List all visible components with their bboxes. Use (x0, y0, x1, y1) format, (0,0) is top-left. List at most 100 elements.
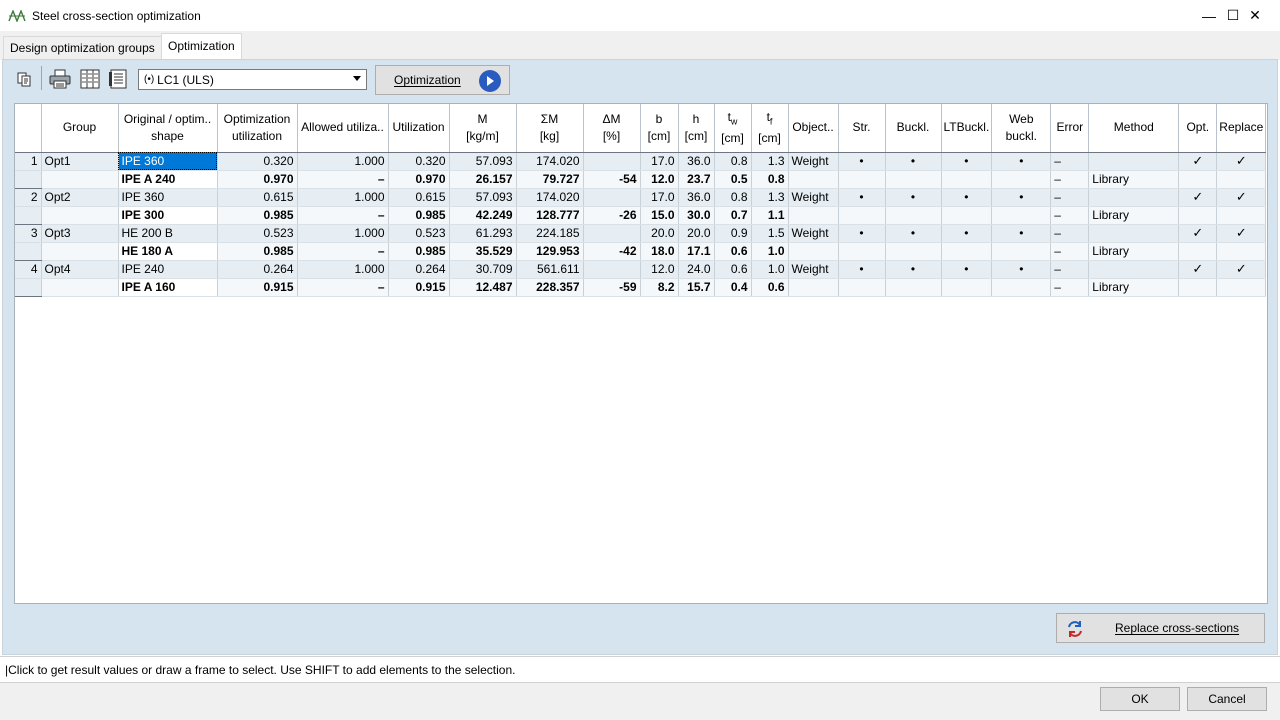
shape-cell[interactable]: IPE 240 (118, 260, 218, 279)
allowed-util-cell: 1.000 (297, 224, 389, 243)
tab-optimization[interactable]: Optimization (161, 33, 242, 60)
table-row[interactable]: 2 Opt2 IPE 360 0.615 1.000 0.615 57.093 174.020… (15, 188, 1267, 207)
table-row[interactable]: 1 Opt1 IPE 360 0.320 1.000 0.320 57.093 174.020… (15, 152, 1267, 171)
opt-checkbox[interactable]: ✓ (1178, 224, 1218, 243)
b-cell: 15.0 (640, 206, 679, 225)
app-icon (8, 9, 26, 23)
utilization-cell: 0.615 (388, 188, 450, 207)
col-header-strength[interactable]: Str. (838, 104, 886, 153)
col-header-web-buckling[interactable]: Web buckl. (991, 104, 1052, 153)
opt-checkbox[interactable] (1178, 206, 1218, 225)
col-header-method[interactable]: Method (1088, 104, 1180, 153)
b-cell: 17.0 (640, 188, 679, 207)
col-header-sum-m[interactable]: ΣM [kg] (516, 104, 584, 153)
lt-buckling-cell (941, 170, 993, 189)
opt-checkbox[interactable]: ✓ (1178, 188, 1218, 207)
lt-buckling-cell (941, 278, 993, 297)
tf-cell: 1.0 (751, 260, 789, 279)
replace-checkbox[interactable] (1216, 242, 1267, 261)
optimization-button-label: Optimization (394, 73, 461, 87)
optimization-button[interactable]: Optimization (375, 65, 510, 95)
shape-cell[interactable]: IPE 360 (118, 152, 218, 171)
buckling-cell: • (885, 152, 942, 171)
table-row[interactable]: HE 180 A 0.985–0.985 35.529 129.953 -42 18.0 1… (15, 242, 1267, 261)
opt-checkbox[interactable]: ✓ (1178, 260, 1218, 279)
opt-checkbox[interactable] (1178, 170, 1218, 189)
opt-checkbox[interactable] (1178, 242, 1218, 261)
col-header-buckling[interactable]: Buckl. (885, 104, 942, 153)
table-settings-icon[interactable] (106, 67, 130, 91)
shape-cell[interactable]: IPE 300 (118, 206, 218, 225)
col-header-tw[interactable]: tw [cm] (714, 104, 752, 153)
opt-checkbox[interactable] (1178, 278, 1218, 297)
table-row[interactable]: IPE A 160 0.915–0.915 12.487 228.357 -59 8.2 1… (15, 278, 1267, 297)
objective-cell (788, 242, 839, 261)
tw-cell: 0.8 (714, 152, 752, 171)
col-header-lt-buckling[interactable]: LTBuckl. (941, 104, 993, 153)
objective-cell: Weight (788, 188, 839, 207)
opt-checkbox[interactable]: ✓ (1178, 152, 1218, 171)
cancel-button[interactable]: Cancel (1187, 687, 1267, 711)
col-header-utilization[interactable]: Utilization (388, 104, 450, 153)
columns-icon[interactable] (78, 67, 102, 91)
replace-checkbox[interactable]: ✓ (1216, 260, 1267, 279)
col-header-allowed-util[interactable]: Allowed utiliza.. (297, 104, 389, 153)
table-row[interactable]: IPE 300 0.985–0.985 42.249 128.777 -26 15.0 30… (15, 206, 1267, 225)
title-bar: Steel cross-section optimization — ☐ ✕ (0, 0, 1280, 31)
web-buckling-cell: • (991, 152, 1052, 171)
web-buckling-cell: • (991, 224, 1052, 243)
replace-checkbox[interactable] (1216, 278, 1267, 297)
shape-cell[interactable]: HE 200 B (118, 224, 218, 243)
shape-cell[interactable]: IPE 360 (118, 188, 218, 207)
replace-checkbox[interactable] (1216, 170, 1267, 189)
allowed-util-cell: – (297, 206, 389, 225)
row-number (15, 278, 42, 297)
col-header-objective[interactable]: Object.. (788, 104, 839, 153)
col-header-replace[interactable]: Replace (1216, 104, 1267, 153)
opt-util-cell: 0.970 (217, 170, 298, 189)
col-header-tf[interactable]: tf [cm] (751, 104, 789, 153)
col-header-opt[interactable]: Opt. (1178, 104, 1218, 153)
close-button[interactable]: ✕ (1232, 0, 1278, 31)
status-bar: |Click to get result values or draw a fr… (0, 656, 1280, 683)
tab-design-optimization-groups[interactable]: Design optimization groups (3, 36, 162, 59)
sum-m-cell: 129.953 (516, 242, 584, 261)
col-header-m[interactable]: M [kg/m] (449, 104, 517, 153)
shape-cell[interactable]: HE 180 A (118, 242, 218, 261)
col-header-shape[interactable]: Original / optim.. shape (118, 104, 218, 153)
replace-checkbox[interactable]: ✓ (1216, 152, 1267, 171)
allowed-util-cell: – (297, 170, 389, 189)
col-header-b[interactable]: b [cm] (640, 104, 679, 153)
table-row[interactable]: 4 Opt4 IPE 240 0.264 1.000 0.264 30.709 561.611… (15, 260, 1267, 279)
web-buckling-cell (991, 242, 1052, 261)
tw-cell: 0.7 (714, 206, 752, 225)
error-cell: – (1050, 152, 1090, 171)
ok-button[interactable]: OK (1100, 687, 1180, 711)
h-cell: 24.0 (678, 260, 715, 279)
col-header-group[interactable]: Group (41, 104, 119, 153)
replace-checkbox[interactable] (1216, 206, 1267, 225)
replace-checkbox[interactable]: ✓ (1216, 188, 1267, 207)
copy-icon[interactable] (14, 69, 34, 89)
buckling-cell (885, 206, 942, 225)
tf-cell: 1.1 (751, 206, 789, 225)
col-header-h[interactable]: h [cm] (678, 104, 715, 153)
sum-m-cell: 174.020 (516, 188, 584, 207)
col-header-opt-util[interactable]: Optimization utilization (217, 104, 298, 153)
chevron-down-icon[interactable] (353, 76, 361, 81)
table-row[interactable]: 3 Opt3 HE 200 B 0.523 1.000 0.523 61.293 224.18… (15, 224, 1267, 243)
delta-m-cell (583, 152, 641, 171)
b-cell: 17.0 (640, 152, 679, 171)
results-table-container[interactable]: Group Original / optim.. shape Optimizati… (14, 103, 1268, 604)
shape-cell[interactable]: IPE A 240 (118, 170, 218, 189)
lt-buckling-cell: • (941, 260, 993, 279)
col-header-delta-m[interactable]: ΔM [%] (583, 104, 641, 153)
replace-checkbox[interactable]: ✓ (1216, 224, 1267, 243)
error-cell: – (1050, 242, 1090, 261)
shape-cell[interactable]: IPE A 160 (118, 278, 218, 297)
col-header-error[interactable]: Error (1050, 104, 1090, 153)
loadcase-select[interactable]: (•) LC1 (ULS) (138, 69, 367, 90)
table-row[interactable]: IPE A 240 0.970–0.970 26.157 79.727 -54 12.0 2… (15, 170, 1267, 189)
print-icon[interactable] (48, 67, 72, 91)
replace-cross-sections-button[interactable]: Replace cross-sections (1056, 613, 1265, 643)
